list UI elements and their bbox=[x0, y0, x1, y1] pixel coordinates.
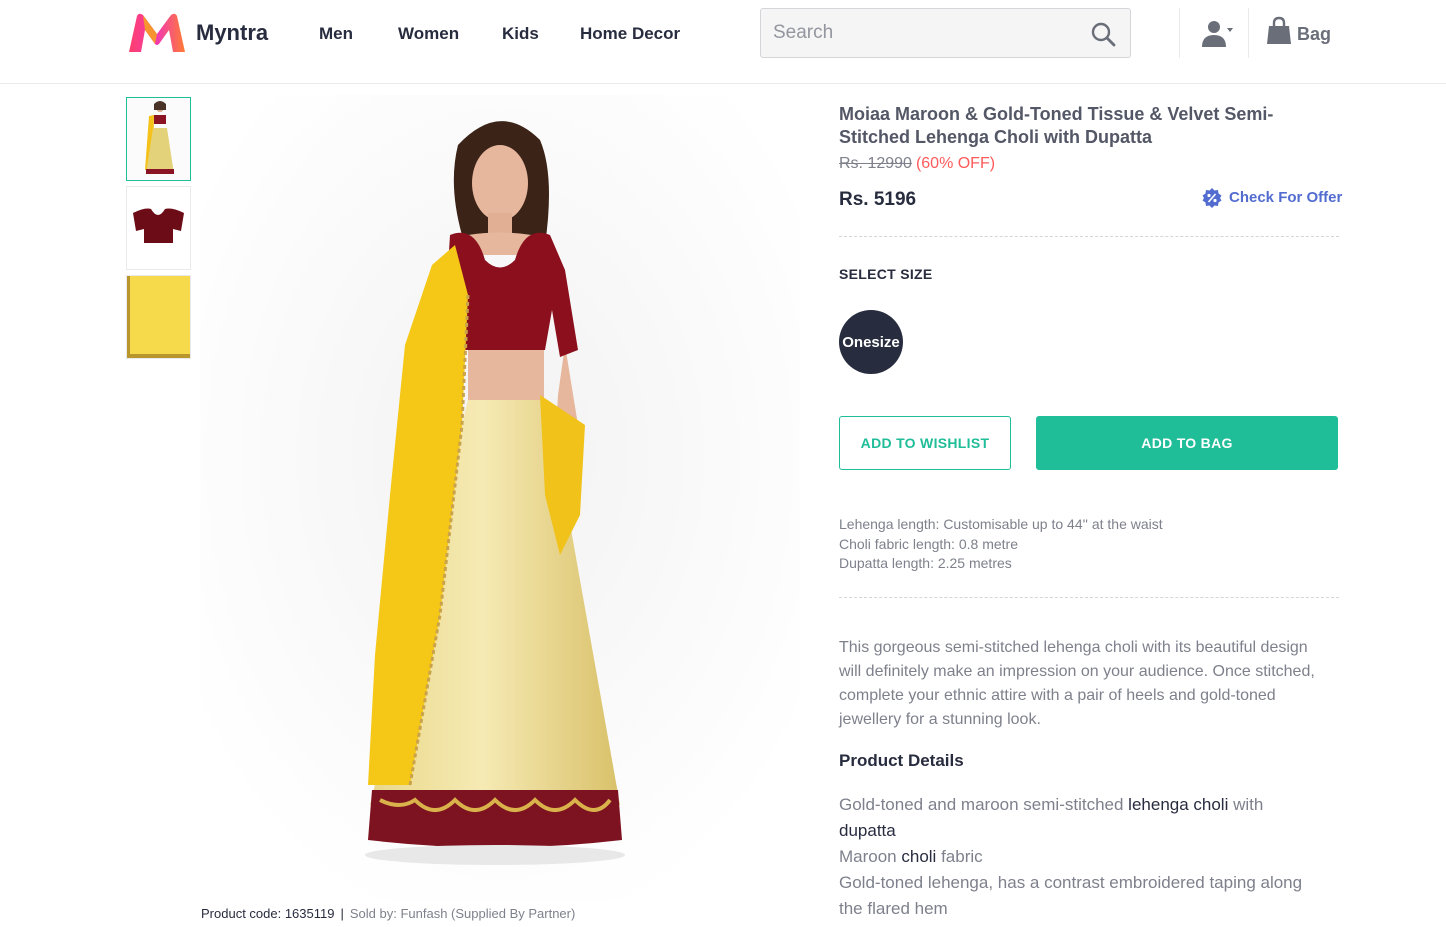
detail-text: semi-stitched bbox=[1023, 795, 1124, 814]
detail-text: with bbox=[1233, 795, 1264, 814]
detail-line: Gold-toned and maroon semi-stitched lehe… bbox=[839, 792, 1329, 818]
search-placeholder: Search bbox=[773, 22, 834, 43]
search-icon[interactable] bbox=[1090, 21, 1116, 47]
header-divider bbox=[1248, 8, 1249, 58]
nav-kids[interactable]: Kids bbox=[502, 24, 539, 44]
select-size-label: SELECT SIZE bbox=[839, 266, 933, 282]
thumbnail-lehenga-front bbox=[127, 98, 190, 180]
product-code: Product code: 1635119 bbox=[201, 906, 335, 921]
thumbnail-choli bbox=[127, 187, 190, 269]
mrp-price: Rs. 12990 bbox=[839, 155, 912, 172]
product-title: Moiaa Maroon & Gold-Toned Tissue & Velve… bbox=[839, 104, 1274, 147]
bag-icon[interactable] bbox=[1266, 16, 1292, 46]
check-offer-label[interactable]: Check For Offer bbox=[1229, 189, 1342, 206]
discount-badge: (60% OFF) bbox=[915, 155, 996, 172]
spec-choli-length: Choli fabric length: 0.8 metre bbox=[839, 535, 1018, 552]
thumbnail-3[interactable] bbox=[126, 275, 191, 359]
product-details-body: Gold-toned and maroon semi-stitched lehe… bbox=[839, 792, 1329, 922]
product-main-image[interactable] bbox=[200, 95, 800, 900]
check-offer-link[interactable]: Check For Offer bbox=[1201, 187, 1342, 209]
site-header: Myntra Men Women Kids Home Decor Search … bbox=[0, 0, 1446, 84]
detail-text: fabric bbox=[941, 847, 983, 866]
detail-text: Gold-toned and maroon bbox=[839, 795, 1019, 814]
product-specs: Lehenga length: Customisable up to 44'' … bbox=[839, 515, 1339, 574]
size-option-onesize[interactable]: Onesize bbox=[839, 310, 903, 374]
detail-line: Gold-toned lehenga, has a contrast embro… bbox=[839, 873, 1303, 892]
meta-separator: | bbox=[340, 906, 344, 921]
thumbnail-2[interactable] bbox=[126, 186, 191, 270]
detail-line: Maroon choli fabric bbox=[839, 844, 1329, 870]
product-description: This gorgeous semi-stitched lehenga chol… bbox=[839, 639, 1315, 728]
detail-text: the bbox=[839, 899, 863, 918]
detail-text: flared hem bbox=[867, 899, 948, 918]
detail-link-lehenga-choli[interactable]: lehenga choli bbox=[1128, 795, 1228, 814]
header-divider bbox=[1179, 8, 1180, 58]
add-to-bag-button[interactable]: ADD TO BAG bbox=[1036, 416, 1338, 470]
sold-by: Sold by: Funfash (Supplied By Partner) bbox=[349, 906, 576, 921]
add-to-wishlist-button[interactable]: ADD TO WISHLIST bbox=[839, 416, 1011, 470]
detail-link-dupatta[interactable]: dupatta bbox=[839, 818, 1329, 844]
detail-link-choli[interactable]: choli bbox=[901, 847, 936, 866]
myntra-logo[interactable] bbox=[127, 12, 187, 54]
nav-men[interactable]: Men bbox=[319, 24, 353, 44]
thumbnail-1[interactable] bbox=[126, 97, 191, 181]
bag-label[interactable]: Bag bbox=[1297, 24, 1331, 45]
brand-name[interactable]: Myntra bbox=[196, 20, 268, 46]
divider bbox=[839, 236, 1339, 237]
detail-line: the flared hem bbox=[839, 896, 1329, 922]
thumbnail-dupatta bbox=[127, 276, 190, 358]
divider bbox=[839, 597, 1339, 598]
detail-text: Maroon bbox=[839, 847, 897, 866]
nav-home-decor[interactable]: Home Decor bbox=[580, 24, 680, 44]
price-row: Rs. 12990 (60% OFF) bbox=[839, 155, 1339, 173]
nav-women[interactable]: Women bbox=[398, 24, 459, 44]
search-input[interactable]: Search bbox=[760, 8, 1131, 58]
offer-badge-icon bbox=[1202, 188, 1222, 208]
spec-lehenga-length: Lehenga length: Customisable up to 44'' … bbox=[839, 516, 1163, 532]
product-meta: Product code: 1635119 | Sold by: Funfash (… bbox=[201, 906, 575, 921]
spec-dupatta-length: Dupatta length: 2.25 metres bbox=[839, 555, 1012, 571]
product-details-heading: Product Details bbox=[839, 751, 964, 770]
user-icon[interactable] bbox=[1200, 18, 1234, 48]
